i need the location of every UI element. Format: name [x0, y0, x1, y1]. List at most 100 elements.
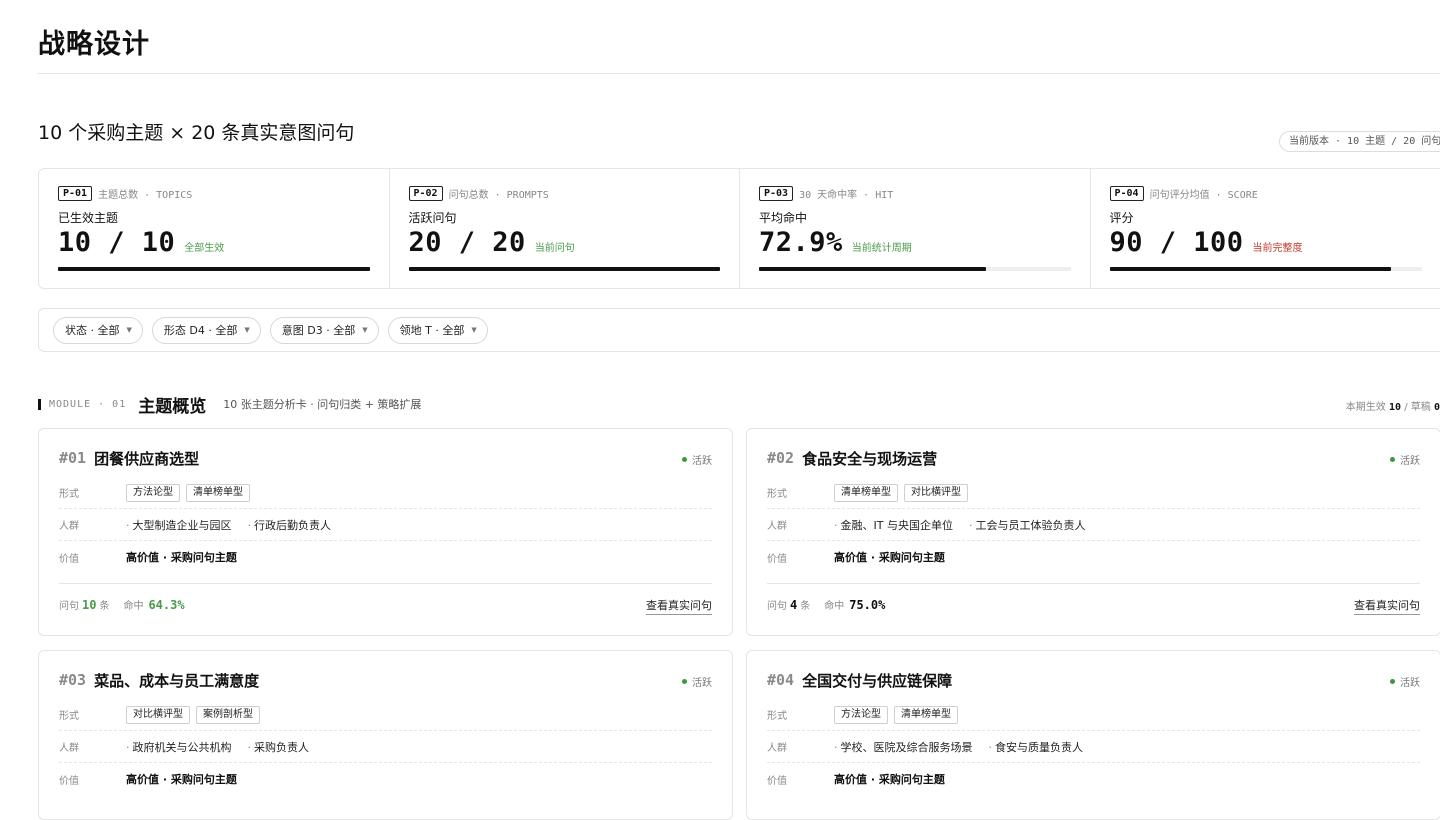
value-text: 高价值 · 采购问句主题 — [834, 771, 945, 787]
filter-label: 领地 T · 全部 — [400, 318, 465, 343]
module-title: 主题概览 — [138, 392, 206, 417]
module-description: 10 张主题分析卡 · 问句归类 + 策略扩展 — [223, 396, 421, 412]
module-marker — [38, 399, 41, 410]
status-badge: 活跃 — [1390, 674, 1420, 689]
version-badge: 当前版本 · 10 主题 / 20 问句 — [1279, 131, 1440, 152]
stat-label: 活跃问句 — [409, 209, 721, 225]
section-title: 10 个采购主题 × 20 条真实意图问句 — [38, 118, 354, 145]
prompts-unit: 条 — [800, 597, 810, 612]
summary-draft-count: 0 — [1434, 402, 1440, 413]
stat-note: 当前问句 — [535, 239, 575, 254]
form-tag: 对比横评型 — [126, 706, 190, 724]
crowd-item: ·学校、医院及综合服务场景 — [834, 739, 973, 755]
stats-panel: P-01主题总数 · TOPICS 已生效主题 10 / 10全部生效 P-02… — [38, 168, 1440, 289]
crowd-item: ·政府机关与公共机构 — [126, 739, 232, 755]
summary-label: 本期生效 — [1346, 402, 1386, 413]
form-label: 形式 — [59, 485, 126, 500]
card-title: 全国交付与供应链保障 — [802, 670, 952, 691]
module-header: MODULE · 01 主题概览 10 张主题分析卡 · 问句归类 + 策略扩展… — [38, 392, 1440, 416]
stat-progress-fill — [759, 267, 986, 271]
stat-progress-bar — [1110, 267, 1423, 271]
stat-progress-bar — [759, 267, 1071, 271]
crowd-label: 人群 — [767, 517, 834, 532]
crowd-label: 人群 — [59, 517, 126, 532]
title-divider — [38, 73, 1440, 74]
filter-status-dropdown[interactable]: 状态 · 全部▼ — [53, 317, 143, 344]
prompts-unit: 条 — [99, 597, 109, 612]
stat-label: 平均命中 — [759, 209, 1071, 225]
prompts-label: 问句 — [767, 597, 787, 612]
stat-note: 当前完整度 — [1253, 239, 1303, 254]
value-text: 高价值 · 采购问句主题 — [126, 549, 237, 565]
crowd-item: ·采购负责人 — [248, 739, 310, 755]
form-label: 形式 — [767, 707, 834, 722]
stat-card-prompts: P-02问句总数 · PROMPTS 活跃问句 20 / 20当前问句 — [390, 169, 741, 288]
value-label: 价值 — [59, 772, 126, 787]
stat-progress-fill — [409, 267, 721, 271]
crowd-item: ·食安与质量负责人 — [989, 739, 1084, 755]
view-prompts-link[interactable]: 查看真实问句 — [646, 597, 712, 615]
prompts-label: 问句 — [59, 597, 79, 612]
crowd-label: 人群 — [767, 739, 834, 754]
crowd-label: 人群 — [59, 739, 126, 754]
crowd-item: ·行政后勤负责人 — [248, 517, 332, 533]
chevron-down-icon: ▼ — [362, 318, 367, 343]
stat-label: 已生效主题 — [58, 209, 370, 225]
crowd-item: ·工会与员工体验负责人 — [969, 517, 1086, 533]
status-dot-icon — [1390, 457, 1395, 462]
stat-caption: 主题总数 · TOPICS — [98, 186, 192, 201]
topic-card[interactable]: #04 全国交付与供应链保障 活跃 形式 方法论型 清单榜单型 人群 ·学校、医… — [746, 650, 1440, 820]
stat-note: 当前统计周期 — [852, 239, 912, 254]
value-label: 价值 — [767, 772, 834, 787]
topic-card[interactable]: #01 团餐供应商选型 活跃 形式 方法论型 清单榜单型 人群 ·大型制造企业与… — [38, 428, 733, 636]
stat-value: 10 / 10 — [58, 227, 175, 258]
stat-label: 评分 — [1110, 209, 1423, 225]
summary-active-count: 10 — [1389, 402, 1401, 413]
filter-form-dropdown[interactable]: 形态 D4 · 全部▼ — [152, 317, 261, 344]
prompts-count: 4 — [790, 598, 797, 612]
filter-intent-dropdown[interactable]: 意图 D3 · 全部▼ — [270, 317, 379, 344]
crowd-item: ·大型制造企业与园区 — [126, 517, 232, 533]
card-title: 团餐供应商选型 — [94, 448, 199, 469]
view-prompts-link[interactable]: 查看真实问句 — [1354, 597, 1420, 615]
topic-card[interactable]: #02 食品安全与现场运营 活跃 形式 清单榜单型 对比横评型 人群 ·金融、I… — [746, 428, 1440, 636]
form-tag: 清单榜单型 — [186, 484, 250, 502]
card-title: 食品安全与现场运营 — [802, 448, 937, 469]
form-tag: 方法论型 — [834, 706, 888, 724]
page-title: 战略设计 — [38, 22, 150, 61]
stat-note: 全部生效 — [184, 239, 224, 254]
card-number: #04 — [767, 671, 794, 689]
form-tag: 清单榜单型 — [894, 706, 958, 724]
topic-card[interactable]: #03 菜品、成本与员工满意度 活跃 形式 对比横评型 案例剖析型 人群 ·政府… — [38, 650, 733, 820]
form-tag: 对比横评型 — [904, 484, 968, 502]
filter-territory-dropdown[interactable]: 领地 T · 全部▼ — [388, 317, 488, 344]
status-text: 活跃 — [692, 452, 712, 467]
form-label: 形式 — [59, 707, 126, 722]
stat-card-score: P-04问句评分均值 · SCORE 评分 90 / 100当前完整度 — [1091, 169, 1440, 288]
form-tag: 案例剖析型 — [196, 706, 260, 724]
module-summary: 本期生效 10 / 草稿 0 — [1346, 398, 1440, 413]
card-footer: 问句 10 条 命中 64.3% 查看真实问句 — [59, 583, 712, 625]
card-number: #02 — [767, 449, 794, 467]
stat-progress-bar — [409, 267, 721, 271]
stat-card-hit: P-0330 天命中率 · HIT 平均命中 72.9%当前统计周期 — [740, 169, 1091, 288]
value-label: 价值 — [767, 550, 834, 565]
status-badge: 活跃 — [682, 452, 712, 467]
stat-caption: 30 天命中率 · HIT — [799, 186, 893, 201]
value-text: 高价值 · 采购问句主题 — [834, 549, 945, 565]
stat-value: 20 / 20 — [409, 227, 526, 258]
chevron-down-icon: ▼ — [127, 318, 132, 343]
card-title: 菜品、成本与员工满意度 — [94, 670, 259, 691]
value-text: 高价值 · 采购问句主题 — [126, 771, 237, 787]
stat-progress-bar — [58, 267, 370, 271]
filter-label: 形态 D4 · 全部 — [164, 318, 237, 343]
status-text: 活跃 — [1400, 452, 1420, 467]
status-dot-icon — [1390, 679, 1395, 684]
form-tag: 方法论型 — [126, 484, 180, 502]
stat-code: P-01 — [58, 186, 92, 201]
form-label: 形式 — [767, 485, 834, 500]
stat-caption: 问句总数 · PROMPTS — [449, 186, 549, 201]
stat-progress-fill — [58, 267, 370, 271]
form-tag: 清单榜单型 — [834, 484, 898, 502]
summary-separator: / 草稿 — [1404, 402, 1431, 413]
